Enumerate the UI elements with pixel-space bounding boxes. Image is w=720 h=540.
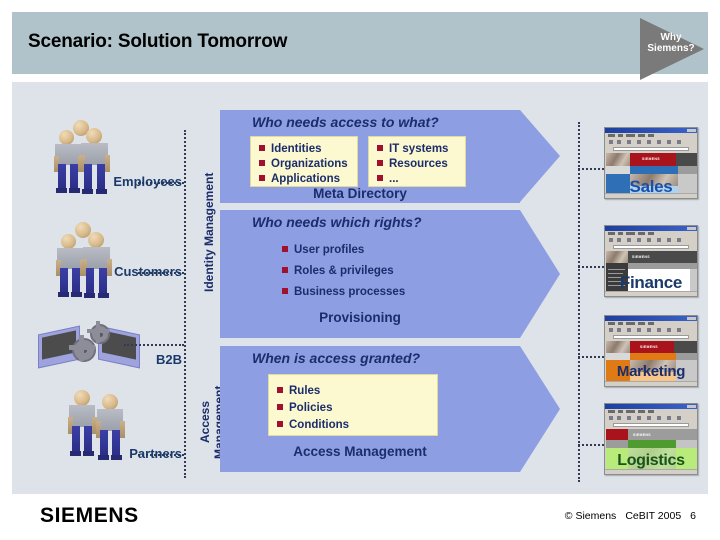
page-content: SIEMENS Logistics [606, 429, 697, 472]
bullet-item: Applications [259, 172, 349, 187]
bullet-box-1b: IT systems Resources ... [368, 136, 466, 187]
slide-canvas: Scenario: Solution Tomorrow Why Siemens?… [0, 0, 720, 540]
leader-line-finance [578, 266, 604, 268]
bullet-item: Business processes [282, 286, 405, 298]
band-footer-2: Provisioning [319, 310, 401, 325]
bullet-square-icon [259, 160, 265, 166]
statusbar [605, 469, 697, 474]
event-text: CeBIT 2005 [625, 510, 682, 522]
bullet-item: Identities [259, 142, 349, 157]
screenshot-sales[interactable]: SIEMENS Sales [604, 127, 698, 199]
bullet-square-icon [282, 267, 288, 273]
arrow-band-provisioning: Who needs which rights? User profiles Ro… [220, 210, 560, 338]
actor-label-b2b: B2B [155, 352, 182, 367]
actor-label-partners: Partners [129, 446, 182, 461]
window-controls-icon [687, 317, 696, 320]
window-controls-icon [687, 129, 696, 132]
actor-label-employees: Employees [113, 174, 182, 189]
bullet-square-icon [277, 404, 283, 410]
addressbar [605, 422, 697, 428]
bullet-square-icon [282, 246, 288, 252]
site-logo: SIEMENS [633, 433, 651, 437]
gear-icon [72, 338, 96, 362]
gear-icon [90, 324, 110, 344]
actor-icon-customers [52, 222, 128, 300]
leader-line-b2b [124, 344, 184, 346]
bullet-square-icon [377, 160, 383, 166]
band-footer-3: Access Management [293, 444, 427, 459]
vertical-label-access: Access [198, 400, 212, 444]
bullet-square-icon [259, 145, 265, 151]
bullet-item: IT systems [377, 142, 457, 157]
bullet-square-icon [277, 421, 283, 427]
leader-line-sales [578, 168, 604, 170]
why-siemens-label: Why Siemens? [640, 32, 702, 54]
actor-spine-line [184, 130, 186, 478]
addressbar [605, 244, 697, 250]
band-question-3: When is access granted? [252, 350, 421, 366]
copyright-text: © Siemens [564, 510, 617, 522]
screenshot-finance[interactable]: SIEMENS Finance [604, 225, 698, 297]
band-question-2: Who needs which rights? [252, 214, 422, 230]
why-siemens-line1: Why [660, 32, 682, 43]
site-logo: SIEMENS [632, 255, 650, 259]
page-content: SIEMENS Marketing [606, 341, 697, 384]
bullet-item: ... [377, 172, 457, 187]
page-number: 6 [690, 510, 696, 522]
screenshot-marketing[interactable]: SIEMENS Marketing [604, 315, 698, 387]
bullet-box-3: Rules Policies Conditions [268, 374, 438, 436]
screenshot-label-logistics: Logistics [617, 452, 685, 469]
band-footer-1: Meta Directory [313, 186, 407, 201]
bullet-item: Roles & privileges [282, 265, 394, 277]
arrow-band-meta-directory: Who needs access to what? Identities Org… [220, 110, 560, 203]
footer-copyright: © Siemens CeBIT 2005 6 [556, 510, 696, 522]
bullet-item: Policies [277, 400, 429, 417]
outcome-spine-line [578, 122, 580, 482]
slide-footer: SIEMENS © Siemens CeBIT 2005 6 [0, 494, 720, 540]
arrow-band-access-management: When is access granted? Rules Policies C… [220, 346, 560, 472]
window-controls-icon [687, 227, 696, 230]
statusbar [605, 193, 697, 198]
bullet-square-icon [259, 175, 265, 181]
screenshot-label-marketing: Marketing [616, 363, 686, 380]
page-content: SIEMENS Finance [606, 251, 697, 294]
bullet-item: Resources [377, 157, 457, 172]
bullet-square-icon [377, 145, 383, 151]
site-logo: SIEMENS [642, 157, 660, 161]
addressbar [605, 334, 697, 340]
siemens-logo: SIEMENS [40, 504, 139, 527]
site-logo: SIEMENS [640, 345, 658, 349]
band-question-1: Who needs access to what? [252, 114, 439, 130]
bullet-square-icon [277, 387, 283, 393]
bullet-item: Conditions [277, 417, 429, 434]
leader-line-marketing [578, 356, 604, 358]
actor-label-customers: Customers [114, 264, 182, 279]
diagram-panel: Who needs access to what? [12, 82, 708, 494]
slide-header-bar: Scenario: Solution Tomorrow Why Siemens? [12, 12, 708, 80]
bullet-square-icon [377, 175, 383, 181]
leader-line-logistics [578, 444, 604, 446]
bullet-item: Organizations [259, 157, 349, 172]
why-siemens-line2: Siemens? [647, 43, 695, 54]
vertical-label-identity-management: Identity Management [202, 172, 216, 292]
bullet-item: User profiles [282, 244, 364, 256]
statusbar [605, 381, 697, 386]
page-title: Scenario: Solution Tomorrow [28, 31, 288, 52]
screenshot-logistics[interactable]: SIEMENS Logistics [604, 403, 698, 475]
page-content: SIEMENS Sales [606, 153, 697, 196]
why-siemens-badge[interactable]: Why Siemens? [640, 18, 714, 80]
bullet-box-1a: Identities Organizations Applications [250, 136, 358, 187]
addressbar [605, 146, 697, 152]
bullet-square-icon [282, 288, 288, 294]
screenshot-label-finance: Finance [619, 273, 683, 292]
window-controls-icon [687, 405, 696, 408]
bullet-item: Rules [277, 383, 429, 400]
statusbar [605, 291, 697, 296]
